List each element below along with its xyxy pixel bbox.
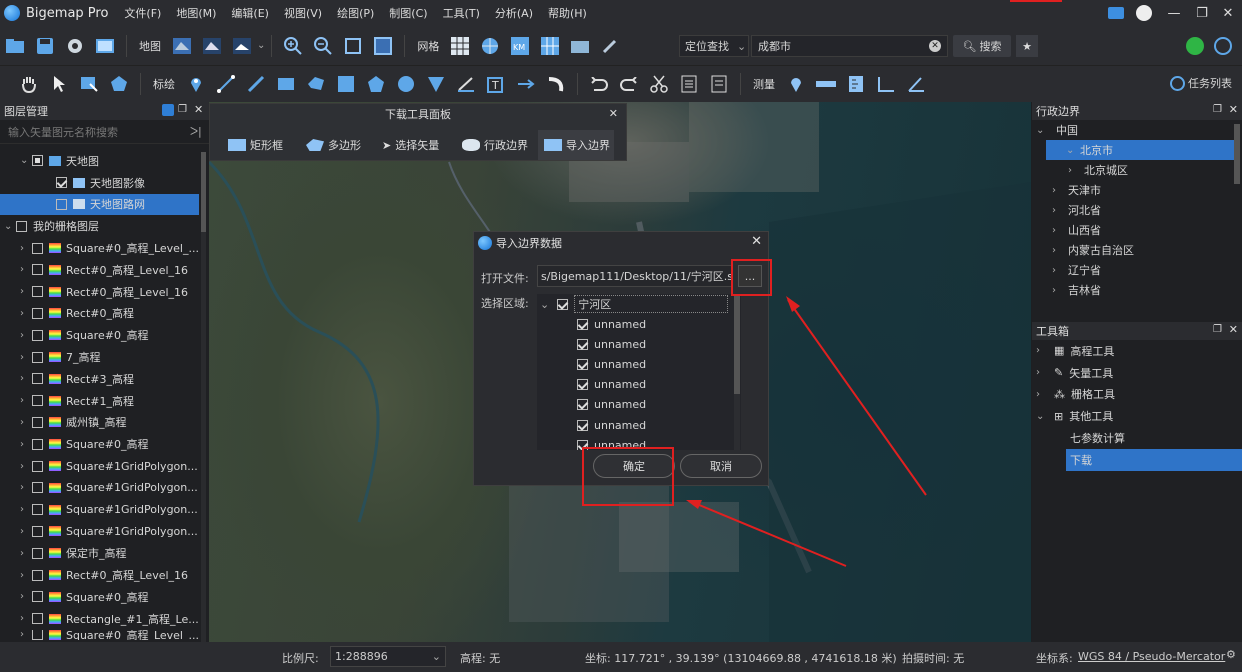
toolbox-elevation[interactable]: › ▦ 高程工具 bbox=[1032, 340, 1242, 362]
admin-item-beijing[interactable]: ⌄ 北京市 bbox=[1046, 140, 1234, 160]
close-icon[interactable]: ✕ bbox=[1229, 103, 1238, 116]
crs-label: 坐标系: bbox=[1036, 652, 1073, 665]
admin-label: 河北省 bbox=[1068, 204, 1101, 217]
restore-icon[interactable]: ❐ bbox=[1213, 324, 1222, 335]
chevron-right-icon[interactable]: › bbox=[1052, 245, 1064, 256]
toolbox-label: 其他工具 bbox=[1069, 410, 1114, 424]
chevron-right-icon[interactable]: › bbox=[1052, 225, 1064, 236]
scale-label: 比例尺: bbox=[282, 652, 319, 665]
grid-tool-icon: ⊞ bbox=[1054, 409, 1064, 423]
capture-time: 拍摄时间: 无 bbox=[902, 652, 965, 665]
raster-tool-icon: ⁂ bbox=[1054, 387, 1065, 401]
restore-icon[interactable]: ❐ bbox=[1213, 104, 1222, 115]
admin-label: 吉林省 bbox=[1068, 284, 1101, 297]
chevron-down-icon[interactable]: ⌄ bbox=[1066, 145, 1078, 156]
chevron-right-icon[interactable]: › bbox=[1052, 185, 1064, 196]
toolbox-tree: › ▦ 高程工具 › ✎ 矢量工具 › ⁂ 栅格工具 ⌄ ⊞ 其他工具 七参数计算 下载 bbox=[1032, 340, 1242, 471]
toolbox-label: 下载 bbox=[1070, 453, 1092, 467]
gear-icon[interactable]: ⚙ bbox=[1226, 648, 1236, 661]
admin-tree: ⌄ 中国 ⌄ 北京市 › 北京城区 › 天津市 › 河北省 › 山西省 › 内蒙古自治区 › 辽… bbox=[1032, 120, 1242, 306]
chevron-right-icon[interactable]: › bbox=[1036, 389, 1048, 400]
chevron-right-icon[interactable]: › bbox=[1052, 285, 1064, 296]
toolbox-other[interactable]: ⌄ ⊞ 其他工具 bbox=[1032, 405, 1242, 427]
admin-item-tianjin[interactable]: › 天津市 bbox=[1032, 180, 1242, 200]
toolbox-raster[interactable]: › ⁂ 栅格工具 bbox=[1032, 384, 1242, 406]
admin-item-liaoning[interactable]: › 辽宁省 bbox=[1032, 260, 1242, 280]
pen-icon: ✎ bbox=[1054, 366, 1064, 380]
admin-panel-header: 行政边界 ❐ ✕ bbox=[1032, 102, 1242, 120]
crs-link[interactable]: WGS 84 / Pseudo-Mercator bbox=[1078, 650, 1225, 663]
close-icon[interactable]: ✕ bbox=[1229, 323, 1238, 336]
admin-item-china[interactable]: ⌄ 中国 bbox=[1032, 120, 1242, 140]
toolbox-label: 栅格工具 bbox=[1071, 388, 1115, 402]
admin-item-jilin[interactable]: › 吉林省 bbox=[1032, 280, 1242, 300]
admin-label: 天津市 bbox=[1068, 184, 1101, 197]
toolbox-title: 工具箱 bbox=[1036, 325, 1069, 338]
chevron-right-icon[interactable]: › bbox=[1052, 205, 1064, 216]
scale-value: 1:288896 bbox=[335, 650, 388, 663]
chevron-down-icon[interactable]: ⌄ bbox=[1036, 125, 1048, 136]
admin-label: 内蒙古自治区 bbox=[1068, 244, 1134, 257]
admin-item-inner-mongolia[interactable]: › 内蒙古自治区 bbox=[1032, 240, 1242, 260]
chevron-right-icon[interactable]: › bbox=[1052, 265, 1064, 276]
status-bar: 比例尺: 1:288896 ⌄ 高程: 无 坐标: 117.721° , 39.1… bbox=[0, 642, 1242, 672]
right-panel: 行政边界 ❐ ✕ ⌄ 中国 ⌄ 北京市 › 北京城区 › 天津市 › 河北省 › 山西省 › 内蒙… bbox=[1032, 102, 1242, 642]
coordinate-readout: 坐标: 117.721° , 39.139° (13104669.88 , 47… bbox=[585, 652, 897, 665]
toolbox-label: 七参数计算 bbox=[1070, 432, 1125, 446]
admin-label: 辽宁省 bbox=[1068, 264, 1101, 277]
admin-scrollbar[interactable] bbox=[1234, 124, 1240, 184]
elevation-tool-icon: ▦ bbox=[1054, 344, 1065, 358]
admin-label: 中国 bbox=[1056, 124, 1078, 137]
admin-label: 北京城区 bbox=[1084, 164, 1128, 177]
elevation-readout: 高程: 无 bbox=[460, 652, 501, 665]
admin-item-hebei[interactable]: › 河北省 bbox=[1032, 200, 1242, 220]
toolbox-vector[interactable]: › ✎ 矢量工具 bbox=[1032, 362, 1242, 384]
admin-item-beijing-city[interactable]: › 北京城区 bbox=[1032, 160, 1242, 180]
chevron-right-icon[interactable]: › bbox=[1068, 165, 1080, 176]
chevron-right-icon[interactable]: › bbox=[1036, 345, 1048, 356]
scale-dropdown[interactable]: 1:288896 ⌄ bbox=[330, 646, 446, 667]
chevron-right-icon[interactable]: › bbox=[1036, 367, 1048, 378]
toolbox-download[interactable]: 下载 bbox=[1066, 448, 1242, 471]
admin-label: 北京市 bbox=[1080, 144, 1113, 157]
toolbox-label: 高程工具 bbox=[1070, 344, 1115, 358]
toolbox-seven-param[interactable]: 七参数计算 bbox=[1032, 427, 1242, 449]
admin-item-shanxi[interactable]: › 山西省 bbox=[1032, 220, 1242, 240]
admin-panel-title: 行政边界 bbox=[1036, 105, 1080, 118]
toolbox-label: 矢量工具 bbox=[1069, 366, 1114, 380]
chevron-down-icon[interactable]: ⌄ bbox=[1036, 411, 1048, 422]
toolbox-header: 工具箱 ❐ ✕ bbox=[1032, 322, 1242, 340]
chevron-down-icon: ⌄ bbox=[431, 650, 441, 663]
admin-label: 山西省 bbox=[1068, 224, 1101, 237]
